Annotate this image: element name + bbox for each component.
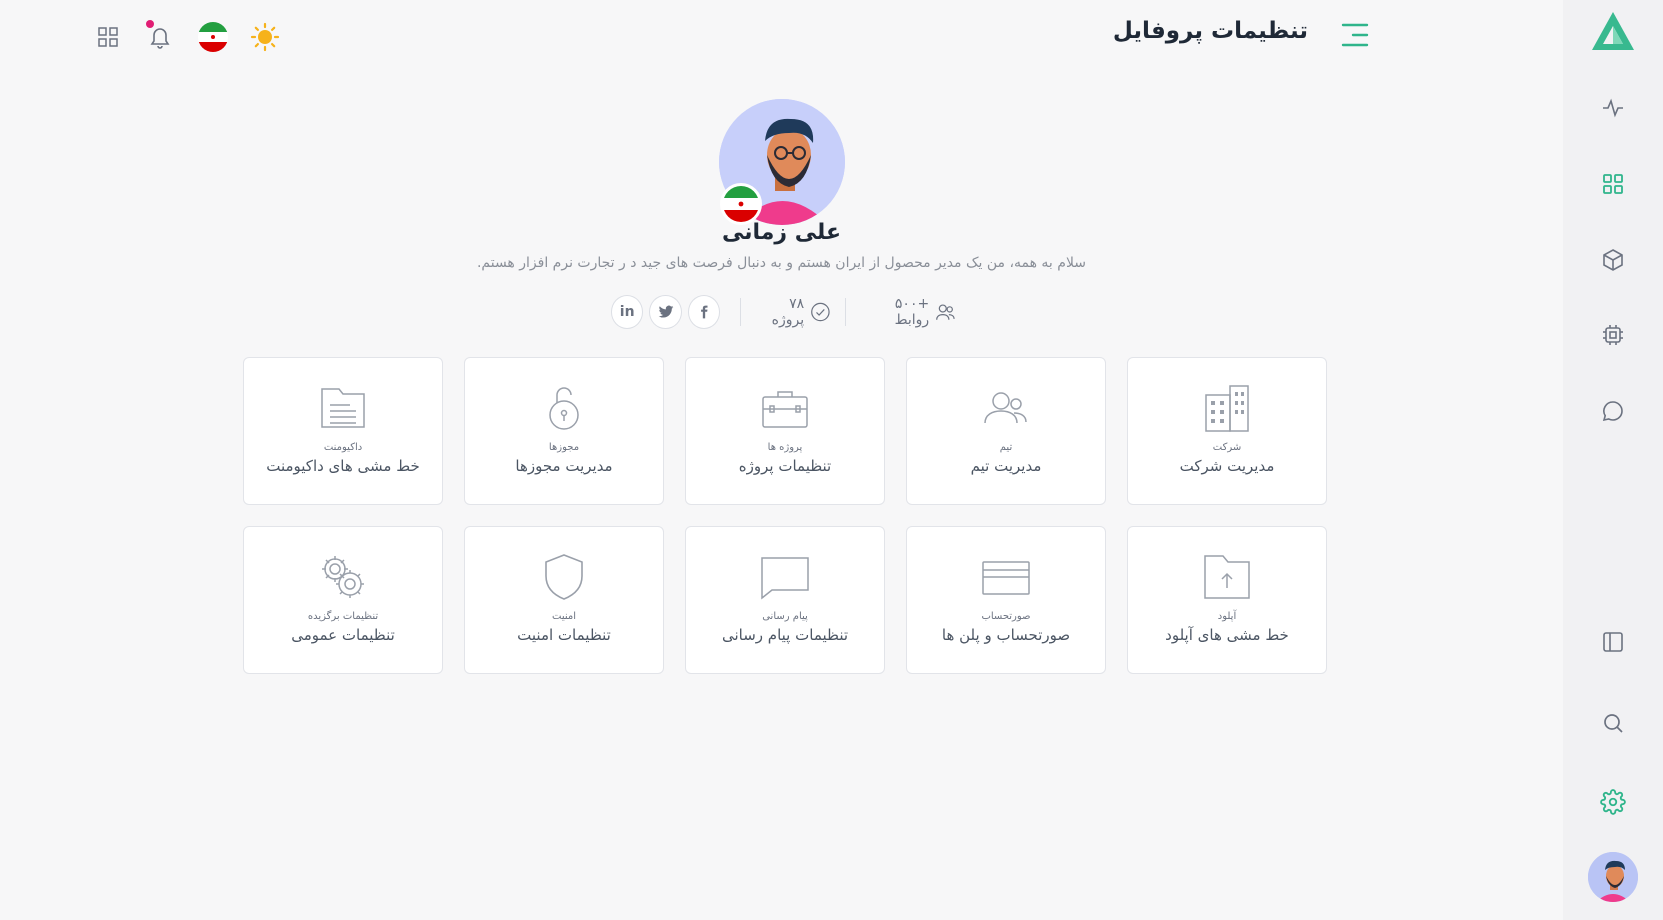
card-billing-plans[interactable]: صورتحساب صورتحساب و پلن ها xyxy=(906,526,1106,674)
card-subtitle: آپلود xyxy=(1217,611,1237,622)
projects-stat: ۷۸ پروژه xyxy=(755,296,831,328)
card-upload-policies[interactable]: آپلود خط مشی های آپلود xyxy=(1127,526,1327,674)
lock-icon xyxy=(536,380,592,436)
profile-stats: in ۷۸ پروژه +۵۰۰ روابط xyxy=(611,293,956,331)
chip-icon[interactable] xyxy=(1599,321,1627,349)
card-permissions-management[interactable]: مجوزها مدیریت مجوزها xyxy=(464,357,664,505)
card-title: مدیریت شرکت xyxy=(1179,457,1275,475)
facebook-icon xyxy=(700,305,708,319)
search-icon[interactable] xyxy=(1599,709,1627,737)
card-title: تنظیمات امنیت xyxy=(517,626,611,644)
user-avatar[interactable] xyxy=(1588,852,1638,902)
message-icon xyxy=(757,549,813,605)
building-icon xyxy=(1199,380,1255,436)
users-icon xyxy=(936,304,955,320)
card-title: تنظیمات پروژه xyxy=(738,457,832,475)
card-title: تنظیمات عمومی xyxy=(291,626,395,644)
card-subtitle: پیام رسانی xyxy=(762,611,808,622)
menu-toggle-icon[interactable] xyxy=(1340,21,1370,49)
profile-country-flag-icon xyxy=(720,183,762,225)
card-subtitle: تنظیمات برگزیده xyxy=(307,611,379,622)
card-team-management[interactable]: تیم مدیریت تیم xyxy=(906,357,1106,505)
language-flag-icon[interactable] xyxy=(196,20,230,54)
page-title: تنظیمات پروفایل xyxy=(1112,18,1308,44)
connections-stat: +۵۰۰ روابط xyxy=(860,296,956,328)
twitter-button[interactable] xyxy=(649,295,682,329)
card-title: خط مشی های آپلود xyxy=(1165,626,1289,644)
notification-bell-icon[interactable] xyxy=(143,20,177,54)
cube-icon[interactable] xyxy=(1599,246,1627,274)
card-subtitle: پروژه ها xyxy=(767,442,803,453)
notification-dot xyxy=(146,20,154,28)
card-title: مدیریت مجوزها xyxy=(515,457,613,475)
document-icon xyxy=(315,380,371,436)
shield-icon xyxy=(536,549,592,605)
card-subtitle: داکیومنت xyxy=(323,442,363,453)
card-title: صورتحساب و پلن ها xyxy=(941,626,1071,644)
dashboard-grid-icon[interactable] xyxy=(1599,170,1627,198)
card-messaging-settings[interactable]: پیام رسانی تنظیمات پیام رسانی xyxy=(685,526,885,674)
sidebar-panel-icon[interactable] xyxy=(1599,628,1627,656)
divider xyxy=(740,298,742,326)
card-security-settings[interactable]: امنیت تنظیمات امنیت xyxy=(464,526,664,674)
team-icon xyxy=(978,380,1034,436)
card-title: مدیریت تیم xyxy=(970,457,1042,475)
card-title: تنظیمات پیام رسانی xyxy=(721,626,849,644)
profile-bio: سلام به همه، من یک مدیر محصول از ایران ه… xyxy=(476,255,1087,271)
linkedin-button[interactable]: in xyxy=(611,295,644,329)
chat-icon[interactable] xyxy=(1599,397,1627,425)
profile-name: علی زمانی xyxy=(722,220,841,245)
card-document-policies[interactable]: داکیومنت خط مشی های داکیومنت xyxy=(243,357,443,505)
card-title: خط مشی های داکیومنت xyxy=(266,457,420,475)
card-subtitle: شرکت xyxy=(1212,442,1242,453)
projects-count: ۷۸ پروژه xyxy=(771,296,805,328)
card-subtitle: مجوزها xyxy=(548,442,580,453)
apps-grid-icon[interactable] xyxy=(91,20,125,54)
twitter-icon xyxy=(658,305,673,318)
theme-sun-icon[interactable] xyxy=(248,20,282,54)
facebook-button[interactable] xyxy=(687,295,721,329)
linkedin-icon: in xyxy=(619,304,635,320)
gears-icon xyxy=(315,549,371,605)
briefcase-icon xyxy=(757,380,813,436)
upload-folder-icon xyxy=(1199,549,1255,605)
divider xyxy=(844,298,846,326)
sidebar xyxy=(1563,0,1663,920)
activity-icon[interactable] xyxy=(1599,94,1627,122)
logo-icon[interactable] xyxy=(1590,10,1636,52)
card-subtitle: امنیت xyxy=(552,611,576,622)
card-company-management[interactable]: شرکت مدیریت شرکت xyxy=(1127,357,1327,505)
card-subtitle: صورتحساب xyxy=(981,611,1031,622)
settings-gear-icon[interactable] xyxy=(1599,788,1627,816)
connections-count: +۵۰۰ روابط xyxy=(894,296,930,328)
check-circle-icon xyxy=(811,302,830,322)
card-general-settings[interactable]: تنظیمات برگزیده تنظیمات عمومی xyxy=(243,526,443,674)
card-subtitle: تیم xyxy=(999,442,1013,453)
credit-card-icon xyxy=(978,549,1034,605)
card-project-settings[interactable]: پروژه ها تنظیمات پروژه xyxy=(685,357,885,505)
